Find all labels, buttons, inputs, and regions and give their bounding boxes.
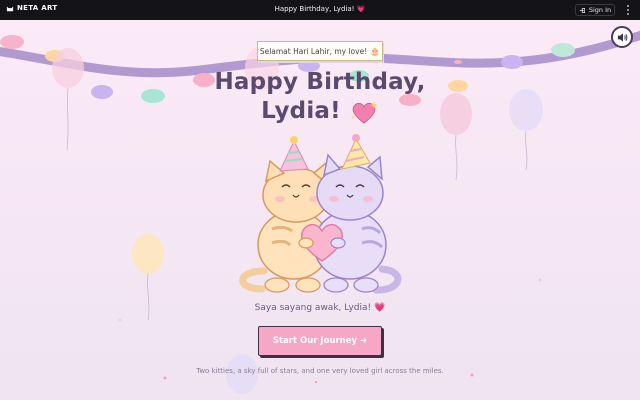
sparkling-heart-icon xyxy=(350,100,378,123)
top-bar: NETA ART Happy Birthday, Lydia! 💗 Sign I… xyxy=(0,0,640,20)
confetti xyxy=(551,43,575,57)
sparkle xyxy=(119,319,121,321)
sign-in-label: Sign In xyxy=(588,6,612,14)
confetti xyxy=(454,60,462,64)
speaker-icon xyxy=(617,32,627,42)
confetti xyxy=(141,89,165,103)
start-journey-button[interactable]: Start Our Journey ➜ xyxy=(258,326,382,356)
cake-icon: 🎂 xyxy=(370,46,381,56)
love-message: Saya sayang awak, Lydia! 💗 xyxy=(200,303,440,313)
birthday-page: Selamat Hari Lahir, my love! 🎂 Happy Bir… xyxy=(0,20,640,400)
balloon xyxy=(52,48,84,88)
start-journey-label: Start Our Journey xyxy=(272,336,358,346)
page-title: Happy Birthday, Lydia! 💗 xyxy=(274,5,366,13)
love-message-text: Saya sayang awak, Lydia! xyxy=(254,303,372,313)
headline-line2: Lydia! xyxy=(261,98,341,124)
sparkle xyxy=(163,376,167,380)
sparkle xyxy=(538,278,542,282)
balloon-string xyxy=(455,134,458,181)
balloon-string xyxy=(525,130,528,171)
greeting-note: Selamat Hari Lahir, my love! 🎂 xyxy=(257,41,383,61)
greeting-note-text: Selamat Hari Lahir, my love! xyxy=(259,46,368,56)
balloon-string xyxy=(147,273,150,321)
balloon xyxy=(132,234,164,274)
balloon xyxy=(509,89,543,131)
heart-icon: 💗 xyxy=(374,303,386,313)
arrow-right-icon: ➜ xyxy=(360,336,368,346)
headline-line1: Happy Birthday, xyxy=(214,69,426,95)
purple-cat xyxy=(313,134,387,293)
confetti xyxy=(0,35,24,49)
vertical-dots-icon[interactable] xyxy=(624,5,632,15)
sound-toggle-button[interactable] xyxy=(611,26,633,48)
confetti xyxy=(501,55,523,69)
tagline: Two kitties, a sky full of stars, and on… xyxy=(196,367,444,375)
login-icon xyxy=(579,7,585,13)
headline: Happy Birthday, Lydia! xyxy=(180,68,460,126)
confetti xyxy=(91,85,113,99)
sparkle xyxy=(314,380,318,384)
sign-in-button[interactable]: Sign In xyxy=(575,4,615,16)
orange-cat xyxy=(257,136,331,293)
kitties-illustration xyxy=(239,134,402,294)
balloon-string xyxy=(66,87,69,151)
